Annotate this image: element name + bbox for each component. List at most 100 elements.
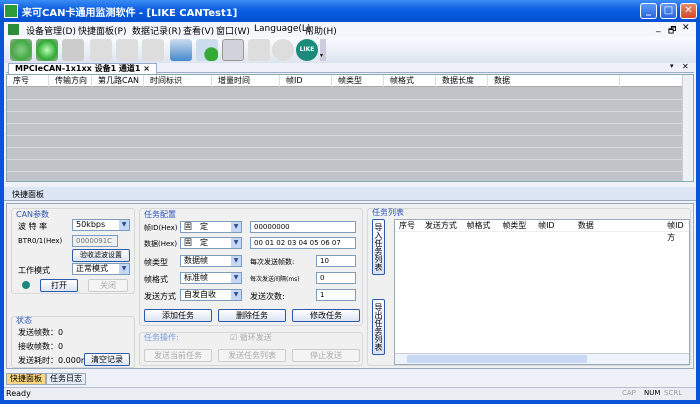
task-list-table[interactable]: 序号 发送方式 帧格式 帧类型 帧ID 数据 帧ID方: [394, 219, 690, 365]
menu-quick-panel[interactable]: 快捷面板(P): [74, 23, 130, 38]
task-config-group: 任务配置 帧ID(Hex) 固 定 ▼ 00000000 数据(Hex) 固 定 ▼…: [139, 208, 363, 326]
task-list-group: 任务列表 导入任务列表 导出任务列表 序号 发送方式 帧格式 帧类型 帧ID 数…: [367, 208, 691, 366]
close-device-button[interactable]: 关闭: [88, 279, 128, 292]
data-label: 数据(Hex): [144, 240, 178, 248]
send-current-task-button[interactable]: 发送当前任务: [144, 349, 212, 362]
frame-type-label: 帧类型: [144, 258, 168, 267]
record-icon[interactable]: [222, 39, 244, 61]
task-ops-group: 任务操作: ☑ 循环发送 发送当前任务 发送任务列表 停止发送: [139, 332, 363, 366]
task-list-hscrollbar[interactable]: [395, 353, 689, 364]
grid-row-divider: [7, 135, 683, 136]
mode-select[interactable]: 正常模式 ▼: [72, 263, 130, 275]
close-button[interactable]: ✕: [680, 3, 697, 19]
recv-count: 接收帧数：0: [18, 342, 64, 351]
col-direction: 传输方向: [49, 75, 92, 87]
toolbar: LIKE ▾: [4, 37, 696, 63]
col-data: 数据: [488, 75, 620, 87]
send-icon[interactable]: [90, 39, 112, 61]
device-ok-icon[interactable]: [10, 39, 32, 61]
task-list-header: 序号 发送方式 帧格式 帧类型 帧ID 数据 帧ID方: [395, 220, 689, 242]
tab-quick-panel[interactable]: 快捷面板: [6, 373, 46, 385]
grid-vertical-scrollbar[interactable]: [682, 75, 693, 181]
send-time: 发送耗时：0.000ms: [18, 356, 93, 365]
minimize-button[interactable]: _: [640, 3, 657, 19]
doc-tab[interactable]: MPCIeCAN-1x1xx 设备1 通道1 ×: [8, 63, 157, 74]
export-task-list-button[interactable]: 导出任务列表: [372, 299, 385, 355]
doc-menu-icon[interactable]: ▾: [670, 62, 674, 70]
stop-send-icon[interactable]: [142, 39, 164, 61]
col-delta-time: 增量时间: [212, 75, 280, 87]
status-text: Ready: [6, 389, 31, 398]
maximize-button[interactable]: □: [660, 3, 677, 19]
grid-row-divider: [7, 111, 683, 112]
window-title: 来可CAN卡通用监测软件 - [LIKE CANTest1]: [22, 8, 238, 19]
frame-type-select[interactable]: 数据帧 ▼: [180, 255, 242, 267]
baud-select[interactable]: 50kbps ▼: [72, 219, 130, 231]
grid-row-divider: [7, 159, 683, 160]
mdi-close-button[interactable]: ✕: [682, 23, 690, 33]
task-ops-title: 任务操作:: [144, 333, 179, 342]
task-list-title: 任务列表: [372, 208, 404, 217]
menu-help[interactable]: 帮助(H): [301, 23, 341, 38]
doc-close-icon[interactable]: ✕: [682, 62, 689, 71]
grid-row-divider: [7, 147, 683, 148]
quick-panel-title: 快捷面板: [12, 190, 44, 199]
id-mode-select[interactable]: 固 定 ▼: [180, 221, 242, 233]
menu-data-record[interactable]: 数据记录(R): [128, 23, 185, 38]
stop-send-button[interactable]: 停止发送: [292, 349, 360, 362]
data-field[interactable]: 00 01 02 03 04 05 06 07: [250, 237, 356, 249]
message-grid[interactable]: 序号 传输方向 第几路CAN 时间标识 增量时间 帧ID 帧类型 帧格式 数据长…: [6, 74, 694, 182]
interval-field[interactable]: 0: [316, 272, 356, 284]
col-index: 序号: [7, 75, 49, 87]
doc-tab-close-icon[interactable]: ×: [143, 64, 150, 73]
col-frame-id: 帧ID: [538, 221, 555, 230]
import-task-list-button[interactable]: 导入任务列表: [372, 219, 385, 275]
delete-task-button[interactable]: 删除任务: [218, 309, 286, 322]
add-task-button[interactable]: 添加任务: [144, 309, 212, 322]
bottom-tab-strip: 快捷面板 任务日志: [4, 372, 696, 386]
frame-format-select[interactable]: 标准帧 ▼: [180, 272, 242, 284]
mdi-doc-icon: [8, 24, 19, 35]
per-count-field[interactable]: 10: [316, 255, 356, 267]
grid-header: 序号 传输方向 第几路CAN 时间标识 增量时间 帧ID 帧类型 帧格式 数据长…: [7, 75, 683, 87]
status-bar: Ready CAP NUM SCRL: [4, 387, 696, 400]
mdi-minimize-button[interactable]: _: [656, 23, 661, 33]
open-button[interactable]: 打开: [40, 279, 78, 292]
send-mode-select[interactable]: 自发自收 ▼: [180, 289, 242, 301]
status-group: 状态 发送帧数：0 接收帧数：0 发送耗时：0.000ms 清空记录: [11, 316, 135, 368]
quick-panel: CAN参数 波 特 率 50kbps ▼ BTR0/1(Hex) 0000091C…: [6, 203, 694, 369]
send-list-icon[interactable]: [116, 39, 138, 61]
grid-row-divider: [7, 123, 683, 124]
col-timestamp: 时间标识: [144, 75, 212, 87]
status-title: 状态: [16, 316, 32, 325]
add-icon[interactable]: [196, 39, 218, 61]
btr-field[interactable]: 0000091C: [72, 235, 118, 247]
col-frame-format: 帧格式: [384, 75, 436, 87]
filter-settings-button[interactable]: 验收滤波设置: [72, 249, 130, 262]
grid-row-divider: [7, 99, 683, 100]
mode-label: 工作模式: [18, 266, 50, 275]
send-mode-label: 发送方式: [144, 292, 176, 301]
col-send-mode: 发送方式: [424, 221, 457, 230]
menu-device[interactable]: 设备管理(D): [22, 23, 80, 38]
title-bar: 来可CAN卡通用监测软件 - [LIKE CANTest1] _ □ ✕: [0, 0, 700, 22]
sent-count: 发送帧数：0: [18, 328, 64, 337]
data-mode-select[interactable]: 固 定 ▼: [180, 237, 242, 249]
info-icon[interactable]: [272, 39, 294, 61]
menu-window[interactable]: 窗口(W): [212, 23, 254, 38]
modify-task-button[interactable]: 修改任务: [292, 309, 360, 322]
scroll-thumb[interactable]: [407, 355, 587, 363]
send-task-list-button[interactable]: 发送任务列表: [218, 349, 286, 362]
toolbar-overflow-icon[interactable]: ▾: [320, 39, 326, 61]
tab-task-log[interactable]: 任务日志: [46, 373, 86, 385]
save-icon[interactable]: [170, 39, 192, 61]
id-field[interactable]: 00000000: [250, 221, 356, 233]
task-config-title: 任务配置: [144, 210, 176, 219]
device-disabled-icon[interactable]: [62, 39, 84, 61]
clear-records-button[interactable]: 清空记录: [84, 353, 130, 366]
loop-send-checkbox[interactable]: ☑ 循环发送: [230, 332, 272, 343]
pause-icon[interactable]: [248, 39, 270, 61]
times-field[interactable]: 1: [316, 289, 356, 301]
device-open-icon[interactable]: [36, 39, 58, 61]
like-logo-icon[interactable]: LIKE: [296, 39, 318, 61]
